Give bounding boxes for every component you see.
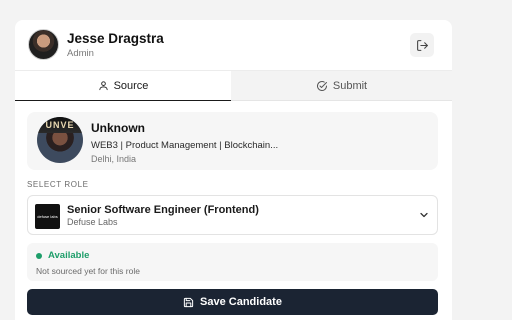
status-title: Available bbox=[48, 250, 90, 261]
selected-role-title: Senior Software Engineer (Frontend) bbox=[67, 204, 259, 216]
tab-source[interactable]: Source bbox=[15, 71, 231, 101]
user-name: Jesse Dragstra bbox=[67, 31, 164, 46]
logout-button[interactable] bbox=[410, 33, 434, 57]
chevron-down-icon[interactable] bbox=[418, 209, 430, 221]
tab-submit-label: Submit bbox=[332, 79, 368, 92]
candidate-photo: UNVE bbox=[37, 117, 83, 163]
select-role-label: SELECT ROLE bbox=[27, 180, 89, 189]
save-icon bbox=[183, 297, 194, 308]
sourcing-panel: Jesse Dragstra Admin Source Submit UNVE … bbox=[15, 20, 452, 320]
candidate-photo-banner: UNVE bbox=[37, 117, 83, 133]
user-role: Admin bbox=[67, 48, 94, 59]
tab-source-label: Source bbox=[113, 79, 149, 92]
save-candidate-button[interactable]: Save Candidate bbox=[27, 289, 438, 315]
selected-role-company: Defuse Labs bbox=[67, 217, 118, 227]
user-icon bbox=[98, 80, 109, 91]
availability-status-card: Available Not sourced yet for this role bbox=[27, 243, 438, 281]
candidate-card[interactable]: UNVE Unknown WEB3 | Product Management |… bbox=[27, 112, 438, 170]
status-dot-icon bbox=[36, 253, 42, 259]
user-header: Jesse Dragstra Admin bbox=[15, 20, 452, 70]
company-logo: defuse labs bbox=[35, 204, 60, 229]
status-description: Not sourced yet for this role bbox=[36, 266, 140, 276]
candidate-location: Delhi, India bbox=[91, 154, 137, 164]
check-circle-icon bbox=[316, 80, 328, 92]
candidate-headline: WEB3 | Product Management | Blockchain..… bbox=[91, 140, 279, 151]
user-avatar bbox=[28, 29, 59, 60]
role-select-dropdown[interactable]: defuse labs Senior Software Engineer (Fr… bbox=[27, 195, 438, 235]
logout-icon bbox=[416, 39, 429, 52]
save-button-label: Save Candidate bbox=[200, 296, 282, 308]
candidate-name: Unknown bbox=[91, 121, 145, 135]
tab-submit[interactable]: Submit bbox=[231, 71, 452, 101]
tab-bar: Source Submit bbox=[15, 70, 452, 101]
